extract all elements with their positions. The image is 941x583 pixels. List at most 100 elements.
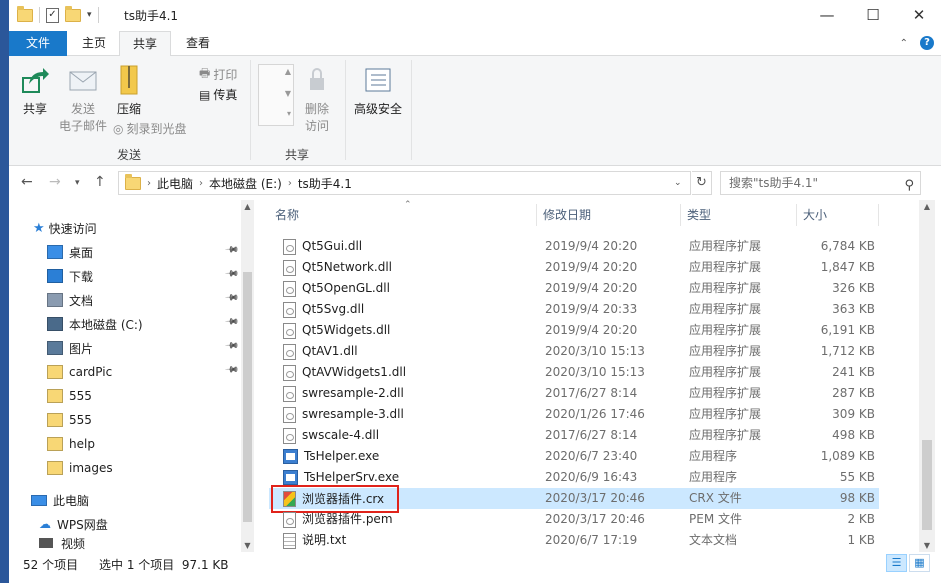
file-name: swresample-3.dll bbox=[302, 407, 404, 421]
nav-item[interactable]: images bbox=[47, 456, 241, 480]
file-row[interactable]: swresample-3.dll 2020/1/26 17:46 应用程序扩展 309… bbox=[269, 404, 879, 425]
pin-icon[interactable]: 📌 bbox=[224, 290, 239, 305]
file-row[interactable]: swresample-2.dll 2017/6/27 8:14 应用程序扩展 287 … bbox=[269, 383, 879, 404]
email-button[interactable]: 发送 电子邮件 bbox=[55, 64, 111, 135]
search-icon[interactable]: ⚲ bbox=[904, 175, 914, 197]
nav-item[interactable]: 555 bbox=[47, 384, 241, 408]
nav-scrollbar[interactable]: ▲ ▼ bbox=[241, 200, 254, 552]
breadcrumb-this-pc[interactable]: 此电脑 bbox=[157, 175, 193, 192]
pin-icon[interactable]: 📌 bbox=[224, 266, 239, 281]
pin-icon[interactable]: 📌 bbox=[224, 242, 239, 257]
file-icon bbox=[283, 343, 296, 360]
nav-quick-access[interactable]: ★ 快速访问 bbox=[33, 216, 241, 240]
nav-item-label: 555 bbox=[69, 389, 92, 403]
fax-button[interactable]: ▤ 传真 bbox=[199, 86, 237, 103]
scroll-down-arrow-icon[interactable]: ▼ bbox=[919, 541, 935, 550]
scroll-up-arrow-icon[interactable]: ▲ bbox=[241, 202, 254, 211]
file-row[interactable]: 浏览器插件.crx 2020/3/17 20:46 CRX 文件 98 KB bbox=[269, 485, 879, 513]
nav-item[interactable]: 文档 📌 bbox=[47, 288, 241, 312]
file-name: QtAV1.dll bbox=[302, 344, 358, 358]
file-list-scrollbar[interactable]: ▲ ▼ bbox=[919, 200, 935, 552]
nav-item[interactable]: 555 bbox=[47, 408, 241, 432]
tab-view[interactable]: 查看 bbox=[175, 31, 221, 56]
tab-file[interactable]: 文件 bbox=[9, 31, 67, 56]
maximize-button[interactable]: ☐ bbox=[850, 0, 896, 31]
file-row[interactable]: QtAV1.dll 2020/3/10 15:13 应用程序扩展 1,712 KB bbox=[269, 341, 879, 362]
list-expand-chevron-icon[interactable]: ▾ bbox=[287, 109, 291, 118]
nav-item[interactable]: 下载 📌 bbox=[47, 264, 241, 288]
nav-item[interactable]: 本地磁盘 (C:) 📌 bbox=[47, 312, 241, 336]
help-icon[interactable]: ? bbox=[920, 36, 934, 50]
file-date: 2017/6/27 8:14 bbox=[545, 428, 638, 442]
breadcrumb-current-folder[interactable]: ts助手4.1 bbox=[298, 175, 352, 192]
column-size[interactable]: 大小 bbox=[797, 204, 879, 226]
send-group-label: 发送 bbox=[117, 148, 142, 162]
properties-icon[interactable]: ✓ bbox=[46, 7, 59, 23]
scroll-up-arrow-icon[interactable]: ▲ bbox=[919, 202, 935, 211]
breadcrumb-chevron-icon[interactable]: › bbox=[288, 178, 292, 189]
recent-locations-chevron-icon[interactable]: ▾ bbox=[75, 178, 80, 188]
address-dropdown-chevron-icon[interactable]: ⌄ bbox=[674, 178, 682, 188]
nav-wps-drive[interactable]: ☁ WPS网盘 bbox=[39, 512, 241, 536]
file-row[interactable]: TsHelperSrv.exe 2020/6/9 16:43 应用程序 55 KB bbox=[269, 467, 879, 488]
file-row[interactable]: Qt5Svg.dll 2019/9/4 20:33 应用程序扩展 363 KB bbox=[269, 299, 879, 320]
up-arrow-icon[interactable]: ↑ bbox=[94, 174, 106, 190]
file-row[interactable]: 浏览器插件.pem 2020/3/17 20:46 PEM 文件 2 KB bbox=[269, 509, 879, 530]
minimize-button[interactable]: — bbox=[804, 0, 850, 31]
file-size: 498 KB bbox=[832, 428, 875, 442]
nav-item[interactable]: cardPic 📌 bbox=[47, 360, 241, 384]
customize-toolbar-chevron-icon[interactable]: ▾ bbox=[87, 10, 92, 20]
nav-item-label: 图片 bbox=[69, 341, 94, 356]
pin-icon[interactable]: 📌 bbox=[224, 314, 239, 329]
close-button[interactable]: ✕ bbox=[896, 0, 941, 31]
pin-icon[interactable]: 📌 bbox=[224, 338, 239, 353]
file-row[interactable]: Qt5Widgets.dll 2019/9/4 20:20 应用程序扩展 6,191 … bbox=[269, 320, 879, 341]
pin-icon[interactable]: 📌 bbox=[224, 362, 239, 377]
file-row[interactable]: swscale-4.dll 2017/6/27 8:14 应用程序扩展 498 KB bbox=[269, 425, 879, 446]
forward-arrow-icon[interactable]: → bbox=[49, 174, 61, 190]
refresh-icon: ↻ bbox=[696, 175, 707, 190]
nav-scrollbar-thumb[interactable] bbox=[243, 272, 252, 522]
nav-item[interactable]: 图片 📌 bbox=[47, 336, 241, 360]
file-list-scrollbar-thumb[interactable] bbox=[922, 440, 932, 530]
breadcrumb-chevron-icon[interactable]: › bbox=[199, 178, 203, 189]
tab-share[interactable]: 共享 bbox=[119, 31, 171, 57]
file-row[interactable]: Qt5OpenGL.dll 2019/9/4 20:20 应用程序扩展 326 KB bbox=[269, 278, 879, 299]
file-row[interactable]: Qt5Network.dll 2019/9/4 20:20 应用程序扩展 1,847 … bbox=[269, 257, 879, 278]
large-icons-view-button[interactable]: ▦ bbox=[909, 554, 930, 572]
search-input[interactable]: 搜索"ts助手4.1" ⚲ bbox=[720, 171, 921, 195]
file-row[interactable]: TsHelper.exe 2020/6/7 23:40 应用程序 1,089 KB bbox=[269, 446, 879, 467]
nav-item[interactable]: 桌面 📌 bbox=[47, 240, 241, 264]
column-date[interactable]: 修改日期 bbox=[537, 204, 681, 226]
details-view-button[interactable]: ☰ bbox=[886, 554, 907, 572]
scroll-down-arrow-icon[interactable]: ▼ bbox=[241, 541, 254, 550]
list-down-chevron-icon[interactable]: ▼ bbox=[285, 89, 291, 98]
column-type[interactable]: 类型 bbox=[681, 204, 797, 226]
collapse-ribbon-chevron-icon[interactable]: ⌃ bbox=[900, 38, 908, 49]
remove-access-button[interactable]: 删除 访问 bbox=[299, 64, 335, 135]
file-icon bbox=[283, 238, 296, 255]
share-button[interactable]: 共享 bbox=[17, 64, 53, 118]
advanced-security-button[interactable]: 高级安全 bbox=[351, 64, 405, 118]
breadcrumb-chevron-icon[interactable]: › bbox=[147, 178, 151, 189]
burn-disc-button[interactable]: ◎ 刻录到光盘 bbox=[113, 120, 187, 137]
nav-video[interactable]: 视频 bbox=[39, 534, 241, 552]
tab-home[interactable]: 主页 bbox=[71, 31, 117, 56]
share-with-list[interactable]: ▲ ▼ ▾ bbox=[258, 64, 294, 126]
new-folder-icon[interactable] bbox=[65, 5, 81, 22]
refresh-button[interactable]: ↻ bbox=[692, 171, 712, 195]
list-up-chevron-icon[interactable]: ▲ bbox=[285, 67, 291, 76]
file-row[interactable]: QtAVWidgets1.dll 2020/3/10 15:13 应用程序扩展 241… bbox=[269, 362, 879, 383]
file-row[interactable]: Qt5Gui.dll 2019/9/4 20:20 应用程序扩展 6,784 KB bbox=[269, 236, 879, 257]
back-arrow-icon[interactable]: ← bbox=[21, 174, 33, 190]
nav-item[interactable]: help bbox=[47, 432, 241, 456]
print-button[interactable]: 🖶 打印 bbox=[199, 64, 237, 85]
nav-item-label: 文档 bbox=[69, 293, 94, 308]
column-name[interactable]: 名称 bbox=[269, 204, 537, 226]
nav-this-pc[interactable]: 此电脑 bbox=[31, 488, 241, 512]
file-row[interactable]: 说明.txt 2020/6/7 17:19 文本文档 1 KB bbox=[269, 530, 879, 551]
breadcrumb-drive-e[interactable]: 本地磁盘 (E:) bbox=[209, 175, 282, 192]
documents-icon bbox=[47, 293, 63, 307]
address-bar[interactable]: › 此电脑 › 本地磁盘 (E:) › ts助手4.1 bbox=[118, 171, 691, 195]
zip-button[interactable]: 压缩 bbox=[113, 64, 145, 118]
